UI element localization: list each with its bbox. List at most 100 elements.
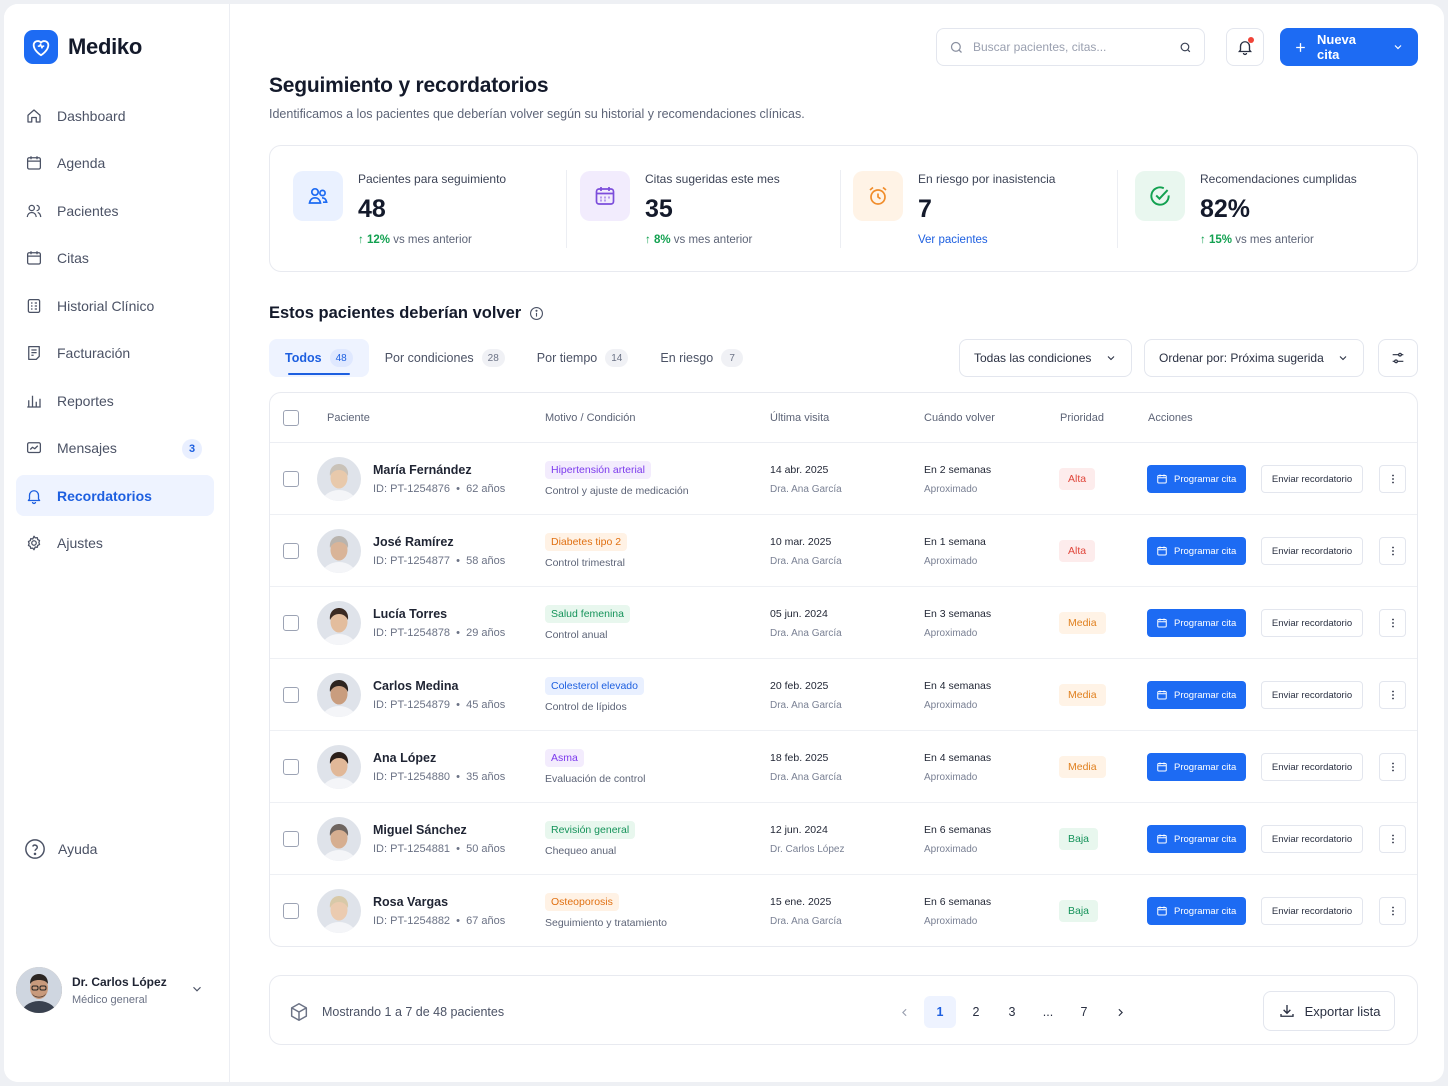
sidebar-item-historial-cl-nico[interactable]: Historial Clínico (16, 285, 214, 326)
sidebar-item-pacientes[interactable]: Pacientes (16, 190, 214, 231)
select-all-checkbox[interactable] (283, 410, 299, 426)
patient-name[interactable]: Ana López (373, 751, 436, 765)
column-header: Prioridad (1060, 412, 1105, 424)
page-button[interactable]: 7 (1068, 996, 1100, 1028)
row-checkbox[interactable] (283, 687, 299, 703)
tab-por-tiempo[interactable]: Por tiempo 14 (521, 339, 645, 377)
chevron-down-icon[interactable] (1392, 41, 1404, 53)
row-checkbox[interactable] (283, 543, 299, 559)
search-box[interactable] (936, 28, 1205, 66)
send-reminder-button[interactable]: Enviar recordatorio (1261, 537, 1363, 565)
patient-name[interactable]: Rosa Vargas (373, 895, 448, 909)
sidebar-item-agenda[interactable]: Agenda (16, 143, 214, 184)
patient-name[interactable]: José Ramírez (373, 535, 454, 549)
send-reminder-button[interactable]: Enviar recordatorio (1261, 753, 1363, 781)
filter-settings-button[interactable] (1378, 339, 1418, 377)
notification-dot (1248, 37, 1254, 43)
info-icon[interactable] (529, 306, 544, 321)
sidebar-item-mensajes[interactable]: Mensajes 3 (16, 428, 214, 469)
next-page-button[interactable] (1104, 996, 1136, 1028)
brand[interactable]: Mediko (24, 30, 142, 64)
schedule-appointment-button[interactable]: Programar cita (1147, 825, 1246, 853)
tab-por-condiciones[interactable]: Por condiciones 28 (369, 339, 521, 377)
users-icon (293, 171, 343, 221)
search-submit-icon[interactable] (1179, 41, 1192, 54)
section-title-text: Estos pacientes deberían volver (269, 304, 522, 322)
help-link[interactable]: Ayuda (24, 838, 97, 860)
patient-name[interactable]: Miguel Sánchez (373, 823, 467, 837)
return-approx: Aproximado (924, 700, 978, 711)
schedule-appointment-button[interactable]: Programar cita (1147, 537, 1246, 565)
row-checkbox[interactable] (283, 759, 299, 775)
patient-name[interactable]: Carlos Medina (373, 679, 458, 693)
row-checkbox[interactable] (283, 903, 299, 919)
more-options-button[interactable] (1379, 753, 1406, 781)
new-appointment-button[interactable]: Nueva cita (1280, 28, 1418, 66)
more-options-button[interactable] (1379, 681, 1406, 709)
schedule-appointment-button[interactable]: Programar cita (1147, 897, 1246, 925)
user-menu[interactable]: Dr. Carlos López Médico general (16, 964, 214, 1016)
send-reminder-button[interactable]: Enviar recordatorio (1261, 825, 1363, 853)
page-button[interactable]: 2 (960, 996, 992, 1028)
condition-detail: Control anual (545, 629, 608, 641)
sidebar-item-reportes[interactable]: Reportes (16, 380, 214, 421)
send-reminder-button[interactable]: Enviar recordatorio (1261, 897, 1363, 925)
notifications-button[interactable] (1226, 28, 1264, 66)
more-options-button[interactable] (1379, 825, 1406, 853)
more-options-button[interactable] (1379, 537, 1406, 565)
priority-badge: Baja (1059, 900, 1099, 922)
sidebar-item-citas[interactable]: Citas (16, 238, 214, 279)
schedule-appointment-button[interactable]: Programar cita (1147, 465, 1246, 493)
more-options-button[interactable] (1379, 897, 1406, 925)
schedule-label: Programar cita (1174, 617, 1237, 629)
prev-page-button[interactable] (888, 996, 920, 1028)
patient-name[interactable]: María Fernández (373, 463, 472, 477)
page-button[interactable]: 1 (924, 996, 956, 1028)
more-vertical-icon (1391, 690, 1394, 700)
send-reminder-button[interactable]: Enviar recordatorio (1261, 609, 1363, 637)
send-reminder-button[interactable]: Enviar recordatorio (1261, 681, 1363, 709)
more-options-button[interactable] (1379, 609, 1406, 637)
row-checkbox[interactable] (283, 831, 299, 847)
patient-name[interactable]: Lucía Torres (373, 607, 447, 621)
condition-detail: Chequeo anual (545, 845, 617, 857)
arrow-up-icon: ↑ (358, 234, 364, 246)
conditions-select-value: Todas las condiciones (974, 351, 1092, 365)
sidebar-item-recordatorios[interactable]: Recordatorios (16, 475, 214, 516)
schedule-appointment-button[interactable]: Programar cita (1147, 681, 1246, 709)
export-list-button[interactable]: Exportar lista (1263, 991, 1395, 1031)
last-visit-doctor: Dra. Ana García (770, 484, 842, 495)
invoice-icon (28, 345, 40, 361)
sidebar-item-ajustes[interactable]: Ajustes (16, 523, 214, 564)
calendar-icon (1157, 474, 1167, 484)
row-checkbox[interactable] (283, 471, 299, 487)
more-vertical-icon (1391, 906, 1394, 916)
send-reminder-button[interactable]: Enviar recordatorio (1261, 465, 1363, 493)
tab-en-riesgo[interactable]: En riesgo 7 (644, 339, 759, 377)
search-icon (950, 41, 962, 53)
schedule-appointment-button[interactable]: Programar cita (1147, 609, 1246, 637)
trend-text: vs mes anterior (393, 234, 472, 246)
sort-select-value: Ordenar por: Próxima sugerida (1159, 351, 1324, 365)
stat-trend: ↑ 8% vs mes anterior (645, 234, 752, 246)
view-patients-link[interactable]: Ver pacientes (918, 234, 988, 246)
more-options-button[interactable] (1379, 465, 1406, 493)
table-header: Paciente Motivo / Condición Última visit… (270, 393, 1417, 443)
table-row: Carlos Medina ID: PT-1254879 • 45 años Col… (270, 659, 1417, 731)
sidebar-item-facturaci-n[interactable]: Facturación (16, 333, 214, 374)
calendar-icon (1157, 906, 1167, 916)
last-visit-doctor: Dra. Ana García (770, 700, 842, 711)
column-header: Cuándo volver (924, 412, 995, 424)
conditions-select[interactable]: Todas las condiciones (959, 339, 1132, 377)
return-approx: Aproximado (924, 772, 978, 783)
schedule-appointment-button[interactable]: Programar cita (1147, 753, 1246, 781)
search-input[interactable] (973, 40, 1170, 54)
last-visit-date: 10 mar. 2025 (770, 536, 832, 548)
return-approx: Aproximado (924, 916, 978, 927)
row-checkbox[interactable] (283, 615, 299, 631)
sidebar-item-dashboard[interactable]: Dashboard (16, 95, 214, 136)
page-button[interactable]: 3 (996, 996, 1028, 1028)
more-vertical-icon (1391, 474, 1394, 484)
sort-select[interactable]: Ordenar por: Próxima sugerida (1144, 339, 1364, 377)
tab-todos[interactable]: Todos 48 (269, 339, 369, 377)
